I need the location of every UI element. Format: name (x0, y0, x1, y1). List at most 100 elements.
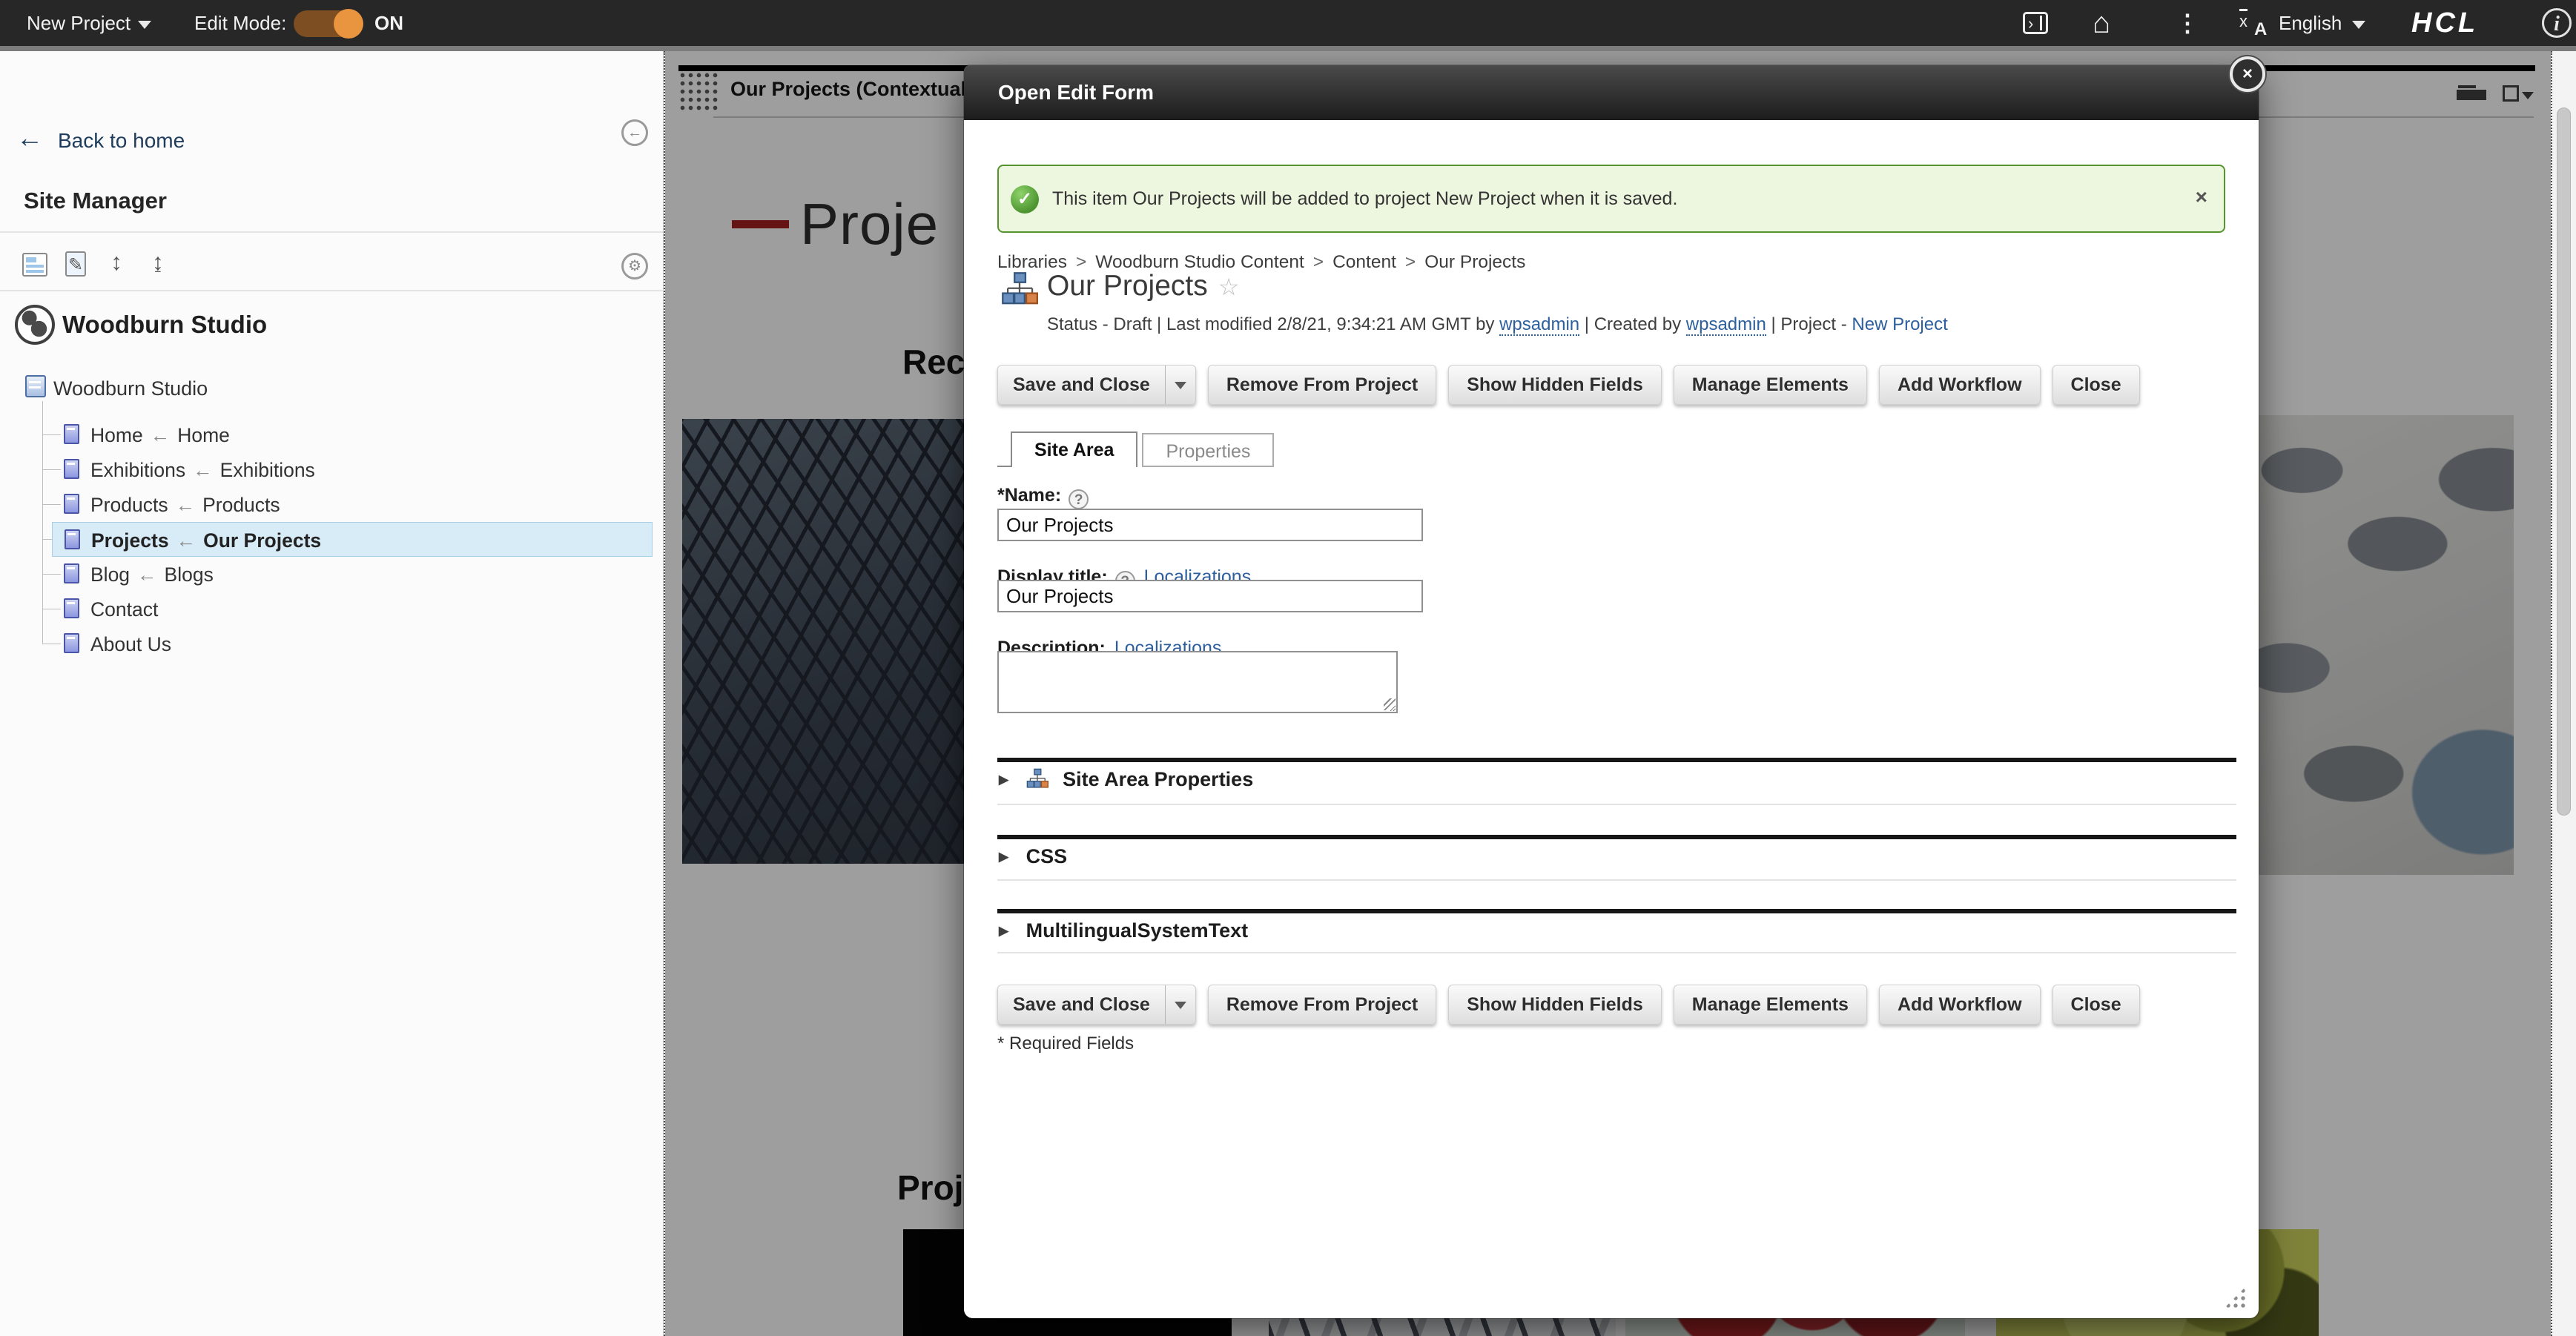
page-scrollbar-track[interactable] (2552, 51, 2576, 1336)
open-edit-form-dialog: Open Edit Form × ✓ This item Our Project… (964, 65, 2259, 1318)
add-workflow-button[interactable]: Add Workflow (1879, 365, 2041, 405)
manage-elements-button[interactable]: Manage Elements (1674, 985, 1867, 1025)
alert-dismiss-icon[interactable]: × (2196, 185, 2207, 209)
topbar-bottom-strip (0, 46, 2576, 51)
site-area-icon (1001, 271, 1038, 312)
remove-from-project-button[interactable]: Remove From Project (1208, 985, 1436, 1025)
section-divider (997, 758, 2236, 762)
page-scrollbar-thumb[interactable] (2557, 108, 2571, 816)
sidebar-item-contact[interactable]: Contact (52, 592, 653, 626)
section-css[interactable]: ▶ CSS (999, 845, 1067, 868)
section-multilingual-system-text[interactable]: ▶ MultilingualSystemText (999, 919, 1248, 942)
dialog-resize-grip[interactable] (2225, 1287, 2245, 1308)
chevron-icon: › (2028, 14, 2033, 33)
save-and-close-label: Save and Close (998, 985, 1165, 1024)
form-tabs: Site Area Properties (997, 431, 1274, 467)
sidebar-item-blog[interactable]: Blog←Blogs (52, 557, 653, 592)
back-arrow-icon[interactable]: ← (16, 122, 43, 153)
save-and-close-label: Save and Close (998, 366, 1165, 404)
translate-icon[interactable]: x A (2239, 7, 2273, 39)
show-hidden-fields-button[interactable]: Show Hidden Fields (1448, 985, 1662, 1025)
modified-by-link[interactable]: wpsadmin (1499, 314, 1579, 336)
site-manager-sidebar: ← Back to home ← Site Manager ✎ ↕ ↨ ⚙ Wo… (0, 51, 664, 1336)
top-bar: New Project Edit Mode: ON › ⌂ ⋮ x A Engl… (0, 0, 2576, 46)
edit-mode-label: Edit Mode: (194, 0, 286, 46)
section-divider (997, 909, 2236, 913)
breadcrumb-item[interactable]: Libraries (997, 252, 1067, 272)
textarea-resize-grip[interactable] (1384, 698, 1396, 710)
edit-mode-toggle[interactable] (294, 10, 362, 37)
sidebar-item-about-us[interactable]: About Us (52, 626, 653, 661)
sidebar-item-products[interactable]: Products←Products (52, 487, 653, 522)
tab-site-area[interactable]: Site Area (1011, 431, 1137, 467)
sidebar-title: Site Manager (24, 188, 167, 214)
breadcrumb-item[interactable]: Our Projects (1424, 252, 1525, 272)
show-hidden-fields-button[interactable]: Show Hidden Fields (1448, 365, 1662, 405)
new-content-icon[interactable] (22, 253, 47, 277)
divider (0, 231, 664, 233)
edit-page-icon[interactable]: ✎ (65, 251, 86, 277)
success-alert: ✓ This item Our Projects will be added t… (997, 165, 2225, 233)
display-title-input[interactable] (997, 580, 1423, 612)
page-icon (65, 529, 80, 549)
more-options-icon[interactable]: ⋮ (2176, 6, 2199, 40)
save-and-close-button[interactable]: Save and Close (997, 985, 1196, 1025)
tree-root-label[interactable]: Woodburn Studio (53, 377, 208, 400)
info-icon[interactable]: i (2542, 8, 2572, 38)
project-caret-icon[interactable] (138, 19, 151, 33)
save-options-caret-icon[interactable] (1165, 985, 1195, 1024)
language-caret-icon[interactable] (2352, 19, 2365, 33)
section-collapsed-arrow-icon[interactable]: ▶ (999, 924, 1008, 938)
globe-icon (15, 305, 55, 345)
help-icon[interactable]: ? (1069, 489, 1089, 509)
collapse-panel-icon[interactable]: ← (621, 119, 648, 146)
mapped-arrow-icon (158, 598, 173, 621)
description-textarea[interactable] (997, 651, 1398, 713)
close-button[interactable]: Close (2052, 985, 2140, 1025)
expand-all-icon[interactable]: ↕ (110, 248, 122, 276)
section-collapsed-arrow-icon[interactable]: ▶ (999, 850, 1008, 864)
sidebar-item-home[interactable]: Home←Home (52, 417, 653, 452)
favorite-star-icon[interactable]: ☆ (1218, 274, 1240, 300)
dialog-title: Open Edit Form (998, 65, 1154, 120)
section-collapsed-arrow-icon[interactable]: ▶ (999, 773, 1008, 787)
breadcrumb-item[interactable]: Woodburn Studio Content (1095, 252, 1304, 272)
sidebar-item-projects[interactable]: Projects←Our Projects (52, 522, 653, 557)
breadcrumb-item[interactable]: Content (1332, 252, 1396, 272)
project-selector[interactable]: New Project (27, 0, 131, 46)
manage-elements-button[interactable]: Manage Elements (1674, 365, 1867, 405)
created-by-link[interactable]: wpsadmin (1686, 314, 1766, 336)
project-link[interactable]: New Project (1852, 314, 1947, 334)
applications-icon[interactable]: › (2023, 12, 2048, 34)
back-to-home-link[interactable]: Back to home (58, 129, 185, 153)
section-site-area-properties[interactable]: ▶ Site Area Properties (999, 768, 1253, 791)
dialog-close-icon[interactable]: × (2230, 56, 2265, 92)
required-fields-note: * Required Fields (997, 1034, 1134, 1054)
dialog-header[interactable]: Open Edit Form (964, 65, 2259, 120)
sidebar-item-exhibitions[interactable]: Exhibitions←Exhibitions (52, 452, 653, 487)
language-selector[interactable]: English (2279, 0, 2342, 46)
breadcrumb-separator: > (1396, 252, 1424, 272)
item-title: Our Projects (1047, 270, 1208, 302)
page-icon (64, 424, 79, 444)
section-underline (997, 952, 2236, 953)
settings-gear-icon[interactable]: ⚙ (621, 253, 648, 280)
save-and-close-button[interactable]: Save and Close (997, 365, 1196, 405)
remove-from-project-button[interactable]: Remove From Project (1208, 365, 1436, 405)
name-input[interactable] (997, 509, 1423, 541)
toggle-knob (334, 9, 363, 39)
home-icon[interactable]: ⌂ (2093, 6, 2110, 40)
add-workflow-button[interactable]: Add Workflow (1879, 985, 2041, 1025)
status-text: Status - Draft | Last modified 2/8/21, 9… (1047, 314, 1499, 334)
page-icon (64, 598, 79, 618)
divider (0, 290, 664, 291)
close-button[interactable]: Close (2052, 365, 2140, 405)
status-text: | Created by (1579, 314, 1686, 334)
tab-properties[interactable]: Properties (1142, 433, 1274, 467)
mapped-arrow-icon: ← (169, 529, 204, 552)
save-options-caret-icon[interactable] (1165, 366, 1195, 404)
name-field-label: *Name:? (997, 485, 1089, 509)
collapse-all-icon[interactable]: ↨ (152, 248, 164, 276)
page-icon (64, 459, 79, 479)
section-label: MultilingualSystemText (1026, 919, 1249, 942)
